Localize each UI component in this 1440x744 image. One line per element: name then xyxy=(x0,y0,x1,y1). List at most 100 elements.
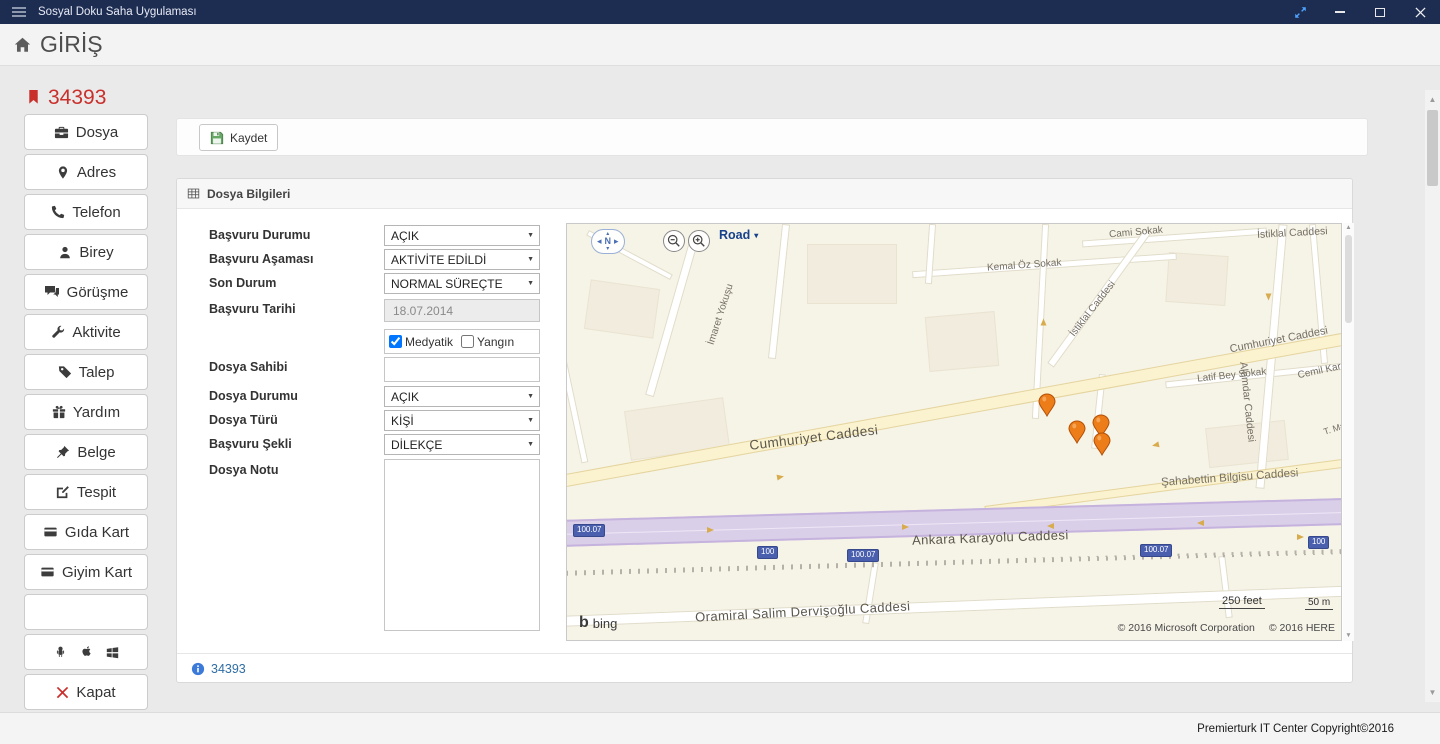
street-label: Oramiral Salim Dervişoğlu Caddesi xyxy=(694,598,911,625)
sidebar-item-aktivite[interactable]: Aktivite xyxy=(24,314,148,350)
medyatik-label: Medyatik xyxy=(405,334,454,349)
copyright-microsoft: © 2016 Microsoft Corporation xyxy=(1117,622,1255,634)
sidebar-item-label: Dosya xyxy=(75,123,119,141)
sidebar-item-adres[interactable]: Adres xyxy=(24,154,148,190)
apple-icon xyxy=(81,646,91,656)
chevron-down-icon: ▼ xyxy=(527,393,534,400)
sidebar-item-label: Adres xyxy=(76,163,117,181)
fullscreen-button[interactable] xyxy=(1280,0,1320,24)
medyatik-checkbox[interactable] xyxy=(389,335,402,348)
minimize-icon xyxy=(1335,11,1345,13)
map-style-selector[interactable]: Road ▾ xyxy=(719,228,758,242)
sidebar-item-belge[interactable]: Belge xyxy=(24,434,148,470)
map-pin-marker[interactable] xyxy=(1038,393,1056,422)
basvuru-tarihi-input[interactable] xyxy=(384,299,540,322)
map-pin-icon xyxy=(58,165,68,179)
son-durum-select[interactable]: NORMAL SÜREÇTE ▼ xyxy=(384,273,540,294)
sidebar-item-gida-kart[interactable]: Gıda Kart xyxy=(24,514,148,550)
map-compass[interactable]: ◂ ▴ N ▾ ▸ xyxy=(591,229,625,254)
medyatik-checkbox-label[interactable]: Medyatik xyxy=(389,335,453,349)
maximize-icon xyxy=(1375,7,1385,17)
home-icon xyxy=(14,37,31,52)
scrollbar-thumb[interactable] xyxy=(1345,235,1352,323)
basvuru-asamasi-select[interactable]: AKTİVİTE EDİLDİ ▼ xyxy=(384,249,540,270)
hamburger-menu-icon[interactable] xyxy=(0,0,38,24)
zoom-in-button[interactable] xyxy=(688,230,710,252)
selected-value: AÇIK xyxy=(391,228,420,243)
sidebar-item-label: Telefon xyxy=(72,203,121,221)
pan-left-icon: ◂ xyxy=(597,236,602,246)
page-title: GİRİŞ xyxy=(40,31,103,57)
panel-title: Dosya Bilgileri xyxy=(207,186,291,201)
basvuru-sekli-label: Başvuru Şekli xyxy=(209,437,292,451)
map-pin-marker[interactable] xyxy=(1093,432,1111,461)
dosya-notu-label: Dosya Notu xyxy=(209,463,279,477)
sidebar-item-yardim[interactable]: Yardım xyxy=(24,394,148,430)
pushpin-icon xyxy=(57,445,70,458)
scroll-up-icon[interactable]: ▲ xyxy=(1425,95,1440,104)
route-shield: 100 xyxy=(1308,536,1330,549)
tag-icon xyxy=(58,366,71,379)
dosya-bilgileri-panel: Dosya Bilgileri Başvuru Durumu Başvuru A… xyxy=(176,178,1354,683)
save-button[interactable]: Kaydet xyxy=(199,124,279,151)
sidebar-item-dosya[interactable]: Dosya xyxy=(24,114,148,150)
basvuru-sekli-select[interactable]: DİLEKÇE ▼ xyxy=(384,434,540,455)
map-pin-marker[interactable] xyxy=(1068,420,1086,449)
scroll-up-icon[interactable]: ▲ xyxy=(1345,224,1351,232)
street-label: İstiklal Caddesi xyxy=(1067,279,1118,339)
sidebar-item-telefon[interactable]: Telefon xyxy=(24,194,148,230)
dosya-sahibi-input[interactable] xyxy=(384,357,540,382)
close-button[interactable] xyxy=(1400,0,1440,24)
dosya-turu-select[interactable]: KİŞİ ▼ xyxy=(384,410,540,431)
phone-icon xyxy=(52,205,65,219)
basvuru-durumu-label: Başvuru Durumu xyxy=(209,228,311,242)
dosya-durumu-select[interactable]: AÇIK ▼ xyxy=(384,386,540,407)
basvuru-durumu-select[interactable]: AÇIK ▼ xyxy=(384,225,540,246)
bing-logo[interactable]: b bing xyxy=(579,614,617,632)
maximize-button[interactable] xyxy=(1360,0,1400,24)
scrollbar-thumb[interactable] xyxy=(1427,110,1438,186)
scroll-down-icon[interactable]: ▼ xyxy=(1425,688,1440,697)
street-label: T. Marm xyxy=(1322,417,1342,437)
selected-value: KİŞİ xyxy=(391,413,414,428)
sidebar-item-tespit[interactable]: Tespit xyxy=(24,474,148,510)
save-button-label: Kaydet xyxy=(230,130,268,145)
compass-north-label: N xyxy=(604,236,612,246)
sidebar-item-gorusme[interactable]: Görüşme xyxy=(24,274,148,310)
pan-right-icon: ▸ xyxy=(614,236,619,246)
street-label: Cumhuriyet Caddesi xyxy=(748,422,879,453)
dosya-notu-textarea[interactable] xyxy=(384,459,540,631)
minimize-button[interactable] xyxy=(1320,0,1360,24)
map-copyright: © 2016 Microsoft Corporation © 2016 HERE xyxy=(1118,622,1335,634)
sidebar-item-talep[interactable]: Talep xyxy=(24,354,148,390)
expand-arrows-icon xyxy=(1294,6,1306,18)
selected-value: AKTİVİTE EDİLDİ xyxy=(391,252,487,267)
record-id-link[interactable]: 34393 xyxy=(211,662,246,676)
basvuru-asamasi-label: Başvuru Aşaması xyxy=(209,252,314,266)
record-id: 34393 xyxy=(48,86,107,109)
toolbar: Kaydet xyxy=(176,118,1368,156)
map-canvas[interactable]: Cami Sokak Kemal Öz Sokak İstiklal Cadde… xyxy=(566,223,1342,641)
chevron-down-icon: ▼ xyxy=(527,232,534,239)
chevron-down-icon: ▾ xyxy=(754,230,759,240)
yangin-checkbox-label[interactable]: Yangın xyxy=(461,335,514,349)
bookmark-icon xyxy=(29,89,38,104)
comments-icon xyxy=(44,286,59,297)
chevron-down-icon: ▼ xyxy=(527,280,534,287)
card-icon xyxy=(41,567,54,577)
platforms-button[interactable] xyxy=(24,634,148,670)
window-scrollbar[interactable]: ▲ ▼ xyxy=(1425,90,1440,702)
sidebar-item-label: Aktivite xyxy=(72,323,121,341)
sidebar-item-empty[interactable] xyxy=(24,594,148,630)
yangin-checkbox[interactable] xyxy=(461,335,475,348)
sidebar-item-kapat[interactable]: Kapat xyxy=(24,674,148,710)
sidebar: Dosya Adres Telefon Birey Görüşme Aktivi… xyxy=(24,114,148,710)
sidebar-item-giyim-kart[interactable]: Giyim Kart xyxy=(24,554,148,590)
sidebar-item-birey[interactable]: Birey xyxy=(24,234,148,270)
zoom-out-button[interactable] xyxy=(663,230,685,252)
windows-icon xyxy=(106,646,118,658)
panel-scrollbar[interactable]: ▲ ▼ xyxy=(1343,223,1354,641)
magnifier-plus-icon xyxy=(692,234,705,247)
scroll-down-icon[interactable]: ▼ xyxy=(1345,632,1351,640)
card-icon xyxy=(44,527,57,537)
